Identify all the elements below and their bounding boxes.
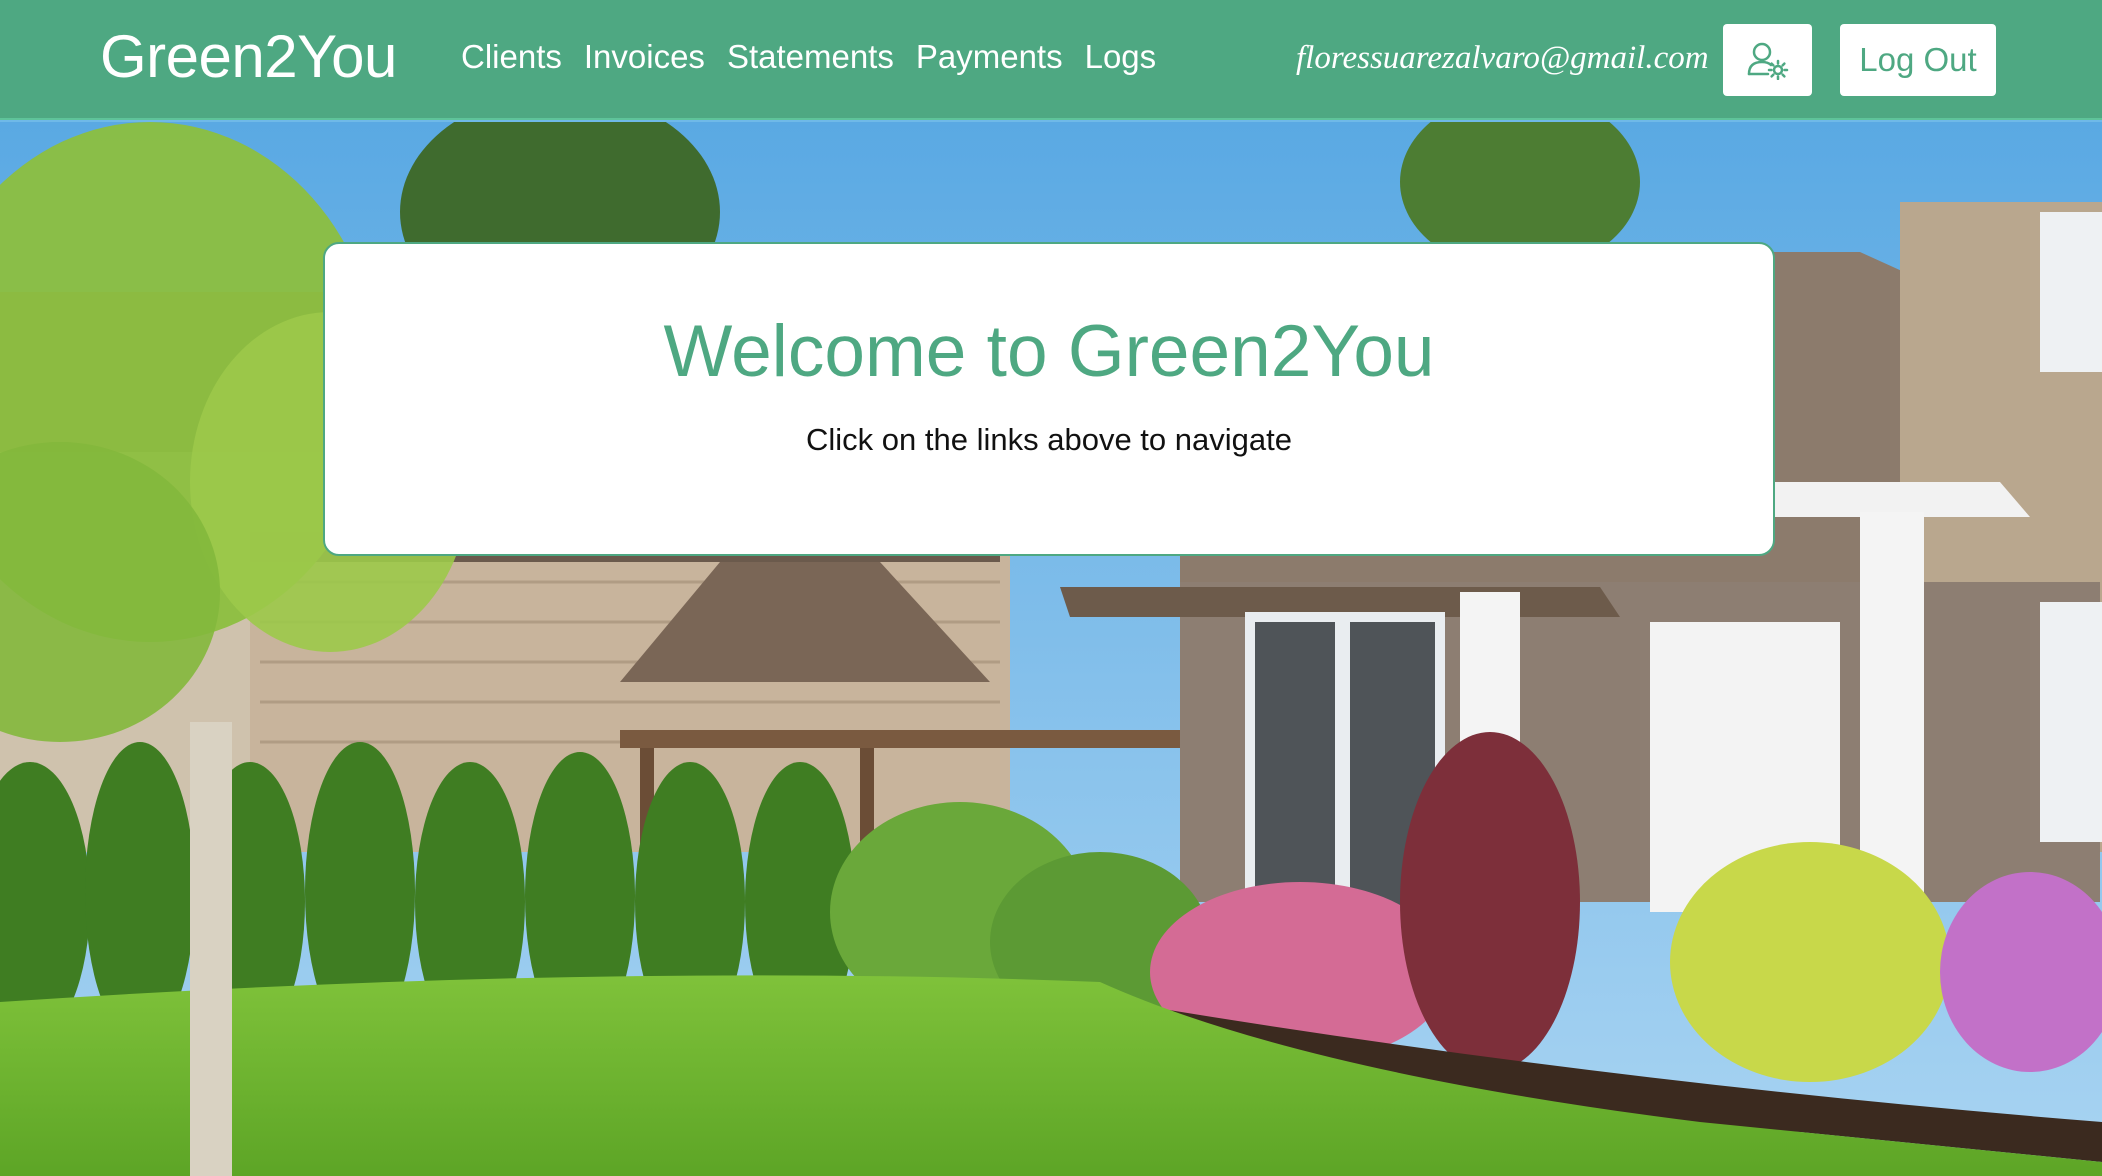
welcome-title: Welcome to Green2You [663, 311, 1435, 392]
welcome-subtitle: Click on the links above to navigate [806, 422, 1292, 457]
user-email: floressuarezalvaro@gmail.com [1296, 40, 1709, 76]
nav-link-statements[interactable]: Statements [727, 38, 894, 76]
nav-link-logs[interactable]: Logs [1085, 38, 1157, 76]
welcome-card: Welcome to Green2You Click on the links … [323, 242, 1775, 556]
user-settings-icon [1747, 42, 1788, 80]
nav-link-invoices[interactable]: Invoices [584, 38, 705, 76]
brand-logo[interactable]: Green2You [100, 22, 397, 91]
user-settings-button[interactable] [1723, 24, 1812, 96]
nav-link-clients[interactable]: Clients [461, 38, 562, 76]
top-navbar: Green2You Clients Invoices Statements Pa… [0, 0, 2102, 120]
nav-link-payments[interactable]: Payments [916, 38, 1063, 76]
logout-button[interactable]: Log Out [1840, 24, 1996, 96]
nav-links: Clients Invoices Statements Payments Log… [461, 38, 1156, 76]
